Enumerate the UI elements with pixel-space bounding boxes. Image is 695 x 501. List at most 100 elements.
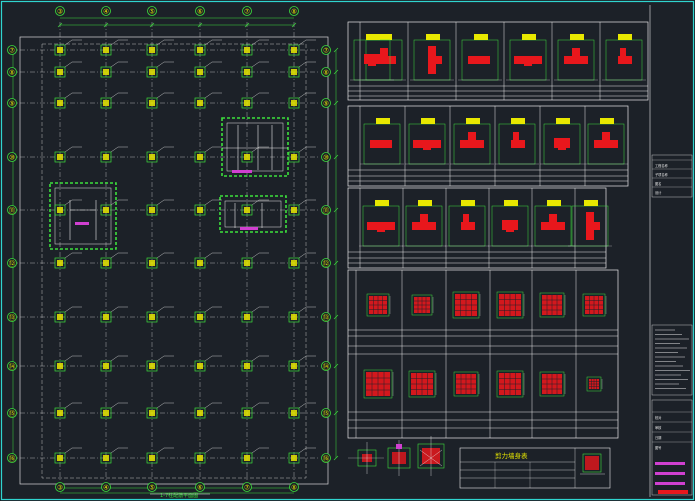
axis-right-5: ⑫ (321, 258, 331, 268)
section-r3-4-label-box (547, 200, 561, 206)
axis-top-4: ⑦ (242, 6, 252, 16)
column-core (244, 69, 250, 75)
axis-right-0: ⑦ (321, 45, 331, 55)
column-core (103, 455, 109, 461)
core-opening-0 (75, 222, 89, 225)
section-r3-1-block-1 (420, 214, 428, 230)
section-r2-4-block-1 (558, 140, 566, 150)
axis-left-0-label: ⑦ (9, 47, 15, 55)
column-core (197, 363, 203, 369)
column-core (244, 410, 250, 416)
column-core (197, 260, 203, 266)
axis-bottom-5-label: ⑧ (291, 484, 297, 492)
section-r1-3-label-box (522, 34, 536, 40)
column-core (149, 410, 155, 416)
axis-top-3-label: ⑥ (197, 8, 203, 16)
axis-right-0-label: ⑦ (323, 47, 329, 55)
section-r2-3-label-box (511, 118, 525, 124)
square-section-r5-0 (363, 369, 394, 399)
axis-right-9: ⑯ (321, 453, 331, 463)
square-section-r5-3 (496, 370, 525, 398)
schedule-title: 剪力墙身表 (495, 451, 528, 460)
section-r3-3-block-1 (506, 222, 514, 232)
column-core (57, 455, 63, 461)
column-core (57, 100, 63, 106)
axis-bottom-1: ④ (101, 482, 111, 492)
tb-lower-label-1: 审核 (655, 425, 662, 430)
axis-right-9-label: ⑯ (323, 455, 330, 463)
axis-top-1-label: ④ (103, 8, 109, 16)
axis-left-9-label: ⑯ (9, 455, 16, 463)
tb-sig-0 (655, 462, 685, 465)
column-core (197, 154, 203, 160)
core-opening-1 (232, 170, 252, 173)
column-core (149, 314, 155, 320)
axis-left-3: ⑩ (7, 152, 17, 162)
tb-lower-label-0: 校对 (655, 415, 662, 420)
axis-bottom-3: ⑥ (195, 482, 205, 492)
column-core (244, 314, 250, 320)
axis-right-2: ⑨ (321, 98, 331, 108)
tb-row-label-0: 工程名称 (655, 163, 669, 168)
column-core (57, 154, 63, 160)
column-core (291, 207, 297, 213)
axis-right-4: ⑪ (321, 205, 331, 215)
column-core (57, 410, 63, 416)
column-core (103, 363, 109, 369)
axis-left-2: ⑨ (7, 98, 17, 108)
column-core (244, 260, 250, 266)
axis-left-5: ⑫ (7, 258, 17, 268)
column-core (291, 314, 297, 320)
section-r3-0-block-1 (377, 222, 385, 232)
axis-bottom-5: ⑧ (289, 482, 299, 492)
square-section-r5-2 (453, 371, 480, 397)
section-r1-5-block-1 (620, 48, 626, 64)
axis-bottom-1-label: ④ (103, 484, 109, 492)
section-r3-3-label-box (504, 200, 518, 206)
axis-left-9: ⑯ (7, 453, 17, 463)
column-core (291, 47, 297, 53)
axis-top-1: ④ (101, 6, 111, 16)
tb-sig-1 (655, 472, 685, 475)
column-core (57, 363, 63, 369)
section-r3-2-block-1 (463, 214, 469, 230)
axis-top-0: ③ (55, 6, 65, 16)
section-r2-0-block-0 (370, 140, 392, 148)
column-core (149, 363, 155, 369)
column-core (197, 314, 203, 320)
section-r2-0-label-box (376, 118, 390, 124)
section-r2-5-block-1 (602, 132, 610, 148)
column-core (197, 47, 203, 53)
column-core (103, 100, 109, 106)
axis-left-2-label: ⑨ (9, 100, 15, 108)
axis-left-6-label: ⑬ (9, 314, 16, 322)
axis-left-3-label: ⑩ (9, 154, 15, 162)
square-section-r4-2 (452, 291, 481, 319)
axis-right-7: ⑭ (321, 361, 331, 371)
column-core (57, 260, 63, 266)
column-core (103, 47, 109, 53)
tb-lower-label-2: 日期 (655, 435, 661, 440)
section-r1-first-block-1 (368, 56, 376, 66)
axis-right-3-label: ⑩ (323, 154, 329, 162)
axis-bottom-3-label: ⑥ (197, 484, 203, 492)
axis-top-5: ⑧ (289, 6, 299, 16)
column-core (291, 260, 297, 266)
plan-caption: 1-7柱配筋平面图 (160, 492, 198, 499)
column-core (57, 69, 63, 75)
axis-top-0-label: ③ (57, 8, 63, 16)
axis-bottom-0-label: ③ (57, 484, 63, 492)
column-core (57, 314, 63, 320)
section-r1-2-block-0 (468, 56, 490, 64)
section-r2-2-block-1 (468, 132, 476, 148)
axis-bottom-2: ⑤ (147, 482, 157, 492)
section-r1-2-label-box (474, 34, 488, 40)
section-r3-1-label-box (418, 200, 432, 206)
axis-left-6: ⑬ (7, 312, 17, 322)
drawing-background (0, 0, 695, 501)
column-core (291, 100, 297, 106)
column-core (197, 455, 203, 461)
section-r1-1-label-box (426, 34, 440, 40)
axis-left-8: ⑮ (7, 408, 17, 418)
section-r2-1-label-box (421, 118, 435, 124)
